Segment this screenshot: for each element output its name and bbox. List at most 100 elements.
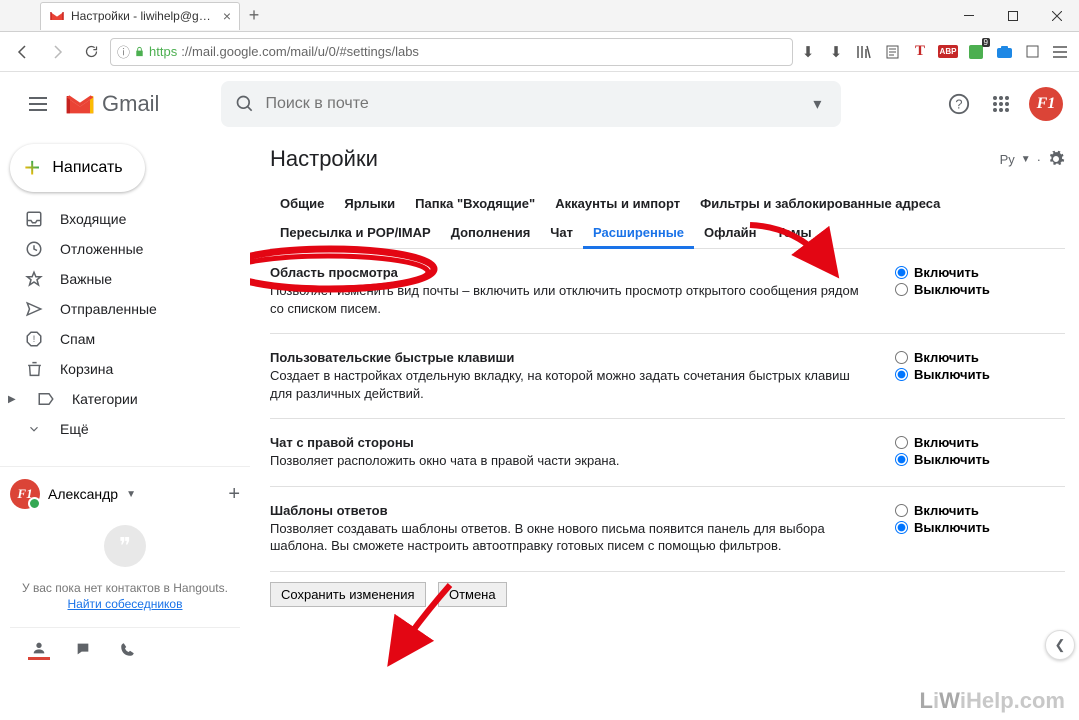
hangouts-phone-icon[interactable]	[116, 638, 138, 660]
main-menu-button[interactable]	[16, 82, 60, 126]
settings-tab[interactable]: Дополнения	[441, 219, 541, 249]
more-icon	[24, 422, 44, 436]
radio-disable[interactable]: Выключить	[895, 282, 1065, 297]
settings-tab[interactable]: Аккаунты и импорт	[545, 190, 690, 217]
nav-back[interactable]	[8, 37, 38, 67]
radio-input[interactable]	[895, 283, 908, 296]
window-titlebar: Настройки - liwihelp@gmail.c × +	[0, 0, 1079, 32]
ext-badge-icon[interactable]	[965, 41, 987, 63]
search-input[interactable]	[265, 95, 807, 113]
library-icon[interactable]	[853, 41, 875, 63]
settings-section: Пользовательские быстрые клавишиСоздает …	[270, 334, 1065, 419]
settings-tab[interactable]: Пересылка и POP/IMAP	[270, 219, 441, 249]
section-radio-group: Включить Выключить	[895, 435, 1065, 470]
sidebar-folder-trash[interactable]: Корзина	[0, 354, 250, 384]
hangouts-empty-text: У вас пока нет контактов в Hangouts.	[20, 581, 230, 595]
settings-section: Шаблоны ответовПозволяет создавать шабло…	[270, 487, 1065, 572]
radio-enable[interactable]: Включить	[895, 503, 1065, 518]
language-label[interactable]: Py	[1000, 152, 1015, 167]
settings-tab[interactable]: Ярлыки	[334, 190, 405, 217]
radio-input[interactable]	[895, 521, 908, 534]
download-icon[interactable]: ⬇	[797, 41, 819, 63]
ext-T-icon[interactable]: T	[909, 41, 931, 63]
sidebar-folder-star[interactable]: Важные	[0, 264, 250, 294]
section-title: Пользовательские быстрые клавиши	[270, 350, 865, 365]
settings-section: Чат с правой стороныПозволяет расположит…	[270, 419, 1065, 487]
compose-button[interactable]: + Написать	[10, 144, 145, 192]
save-button[interactable]: Сохранить изменения	[270, 582, 426, 607]
window-maximize[interactable]	[991, 1, 1035, 31]
url-path: ://mail.google.com/mail/u/0/#settings/la…	[181, 44, 419, 59]
hangouts-contacts-icon[interactable]	[28, 638, 50, 660]
radio-enable[interactable]: Включить	[895, 265, 1065, 280]
hangouts-chat-icon[interactable]	[72, 638, 94, 660]
download-icon-2[interactable]: ⬇	[825, 41, 847, 63]
radio-disable[interactable]: Выключить	[895, 520, 1065, 535]
section-title: Чат с правой стороны	[270, 435, 865, 450]
radio-input[interactable]	[895, 266, 908, 279]
settings-tab[interactable]: Чат	[540, 219, 583, 249]
radio-enable[interactable]: Включить	[895, 435, 1065, 450]
gmail-header: Gmail ▾ ? F1	[0, 72, 1079, 136]
site-info-icon[interactable]: ⓘ	[117, 42, 130, 61]
folder-label: Отправленные	[60, 301, 157, 317]
side-panel-toggle[interactable]: ❮	[1045, 630, 1075, 660]
gear-icon[interactable]	[1047, 150, 1065, 168]
sidebar-folder-label[interactable]: ▶Категории	[0, 384, 250, 414]
radio-disable[interactable]: Выключить	[895, 452, 1065, 467]
settings-content: Настройки Py ▼ · ОбщиеЯрлыкиПапка "Входя…	[250, 136, 1079, 720]
sidebar-folder-send[interactable]: Отправленные	[0, 294, 250, 324]
sidebar-folder-more[interactable]: Ещё	[0, 414, 250, 444]
chevron-down-icon[interactable]: ▼	[126, 489, 136, 500]
ext-box-icon[interactable]	[1021, 41, 1043, 63]
account-avatar[interactable]: F1	[1029, 87, 1063, 121]
apps-icon[interactable]	[987, 90, 1015, 118]
browser-tab[interactable]: Настройки - liwihelp@gmail.c ×	[40, 2, 240, 30]
sidebar-folder-inbox[interactable]: Входящие	[0, 204, 250, 234]
lang-dropdown-icon[interactable]: ▼	[1021, 154, 1031, 165]
url-bar[interactable]: ⓘ https://mail.google.com/mail/u/0/#sett…	[110, 38, 793, 66]
radio-input[interactable]	[895, 436, 908, 449]
settings-tab[interactable]: Расширенные	[583, 219, 694, 249]
hangouts-username: Александр	[48, 486, 118, 502]
settings-tab[interactable]: Общие	[270, 190, 334, 217]
radio-disable[interactable]: Выключить	[895, 367, 1065, 382]
settings-tab[interactable]: Темы	[767, 219, 822, 249]
hangouts-footer	[10, 627, 240, 660]
svg-text:!: !	[33, 334, 36, 344]
tab-close-icon[interactable]: ×	[223, 8, 231, 24]
save-row: Сохранить изменения Отмена	[270, 572, 1065, 617]
settings-tab[interactable]: Папка "Входящие"	[405, 190, 545, 217]
new-tab-button[interactable]: +	[240, 5, 268, 26]
sidebar-folder-spam[interactable]: !Спам	[0, 324, 250, 354]
browser-menu-icon[interactable]	[1049, 41, 1071, 63]
cancel-button[interactable]: Отмена	[438, 582, 507, 607]
radio-input[interactable]	[895, 453, 908, 466]
window-minimize[interactable]	[947, 1, 991, 31]
search-options-icon[interactable]: ▾	[807, 94, 827, 114]
folder-label: Важные	[60, 271, 112, 287]
search-box[interactable]: ▾	[221, 81, 841, 127]
settings-tab[interactable]: Фильтры и заблокированные адреса	[690, 190, 950, 217]
section-radio-group: Включить Выключить	[895, 350, 1065, 402]
nav-reload[interactable]	[76, 37, 106, 67]
ext-cam-icon[interactable]	[993, 41, 1015, 63]
help-icon[interactable]: ?	[945, 90, 973, 118]
radio-input[interactable]	[895, 351, 908, 364]
hangouts-user[interactable]: F1 Александр ▼ +	[10, 479, 240, 509]
sidebar-folder-clock[interactable]: Отложенные	[0, 234, 250, 264]
hangouts-add-button[interactable]: +	[228, 483, 240, 506]
settings-tab[interactable]: Офлайн	[694, 219, 767, 249]
radio-input[interactable]	[895, 504, 908, 517]
radio-enable[interactable]: Включить	[895, 350, 1065, 365]
gmail-logo[interactable]: Gmail	[64, 91, 159, 117]
nav-forward[interactable]	[42, 37, 72, 67]
window-close[interactable]	[1035, 1, 1079, 31]
ext-abp-icon[interactable]: ABP	[937, 41, 959, 63]
settings-section: Область просмотраПозволяет изменить вид …	[270, 249, 1065, 334]
hangouts-find-link[interactable]: Найти собеседников	[68, 597, 183, 611]
gmail-logo-text: Gmail	[102, 91, 159, 117]
star-icon	[24, 270, 44, 288]
reader-icon[interactable]	[881, 41, 903, 63]
radio-input[interactable]	[895, 368, 908, 381]
